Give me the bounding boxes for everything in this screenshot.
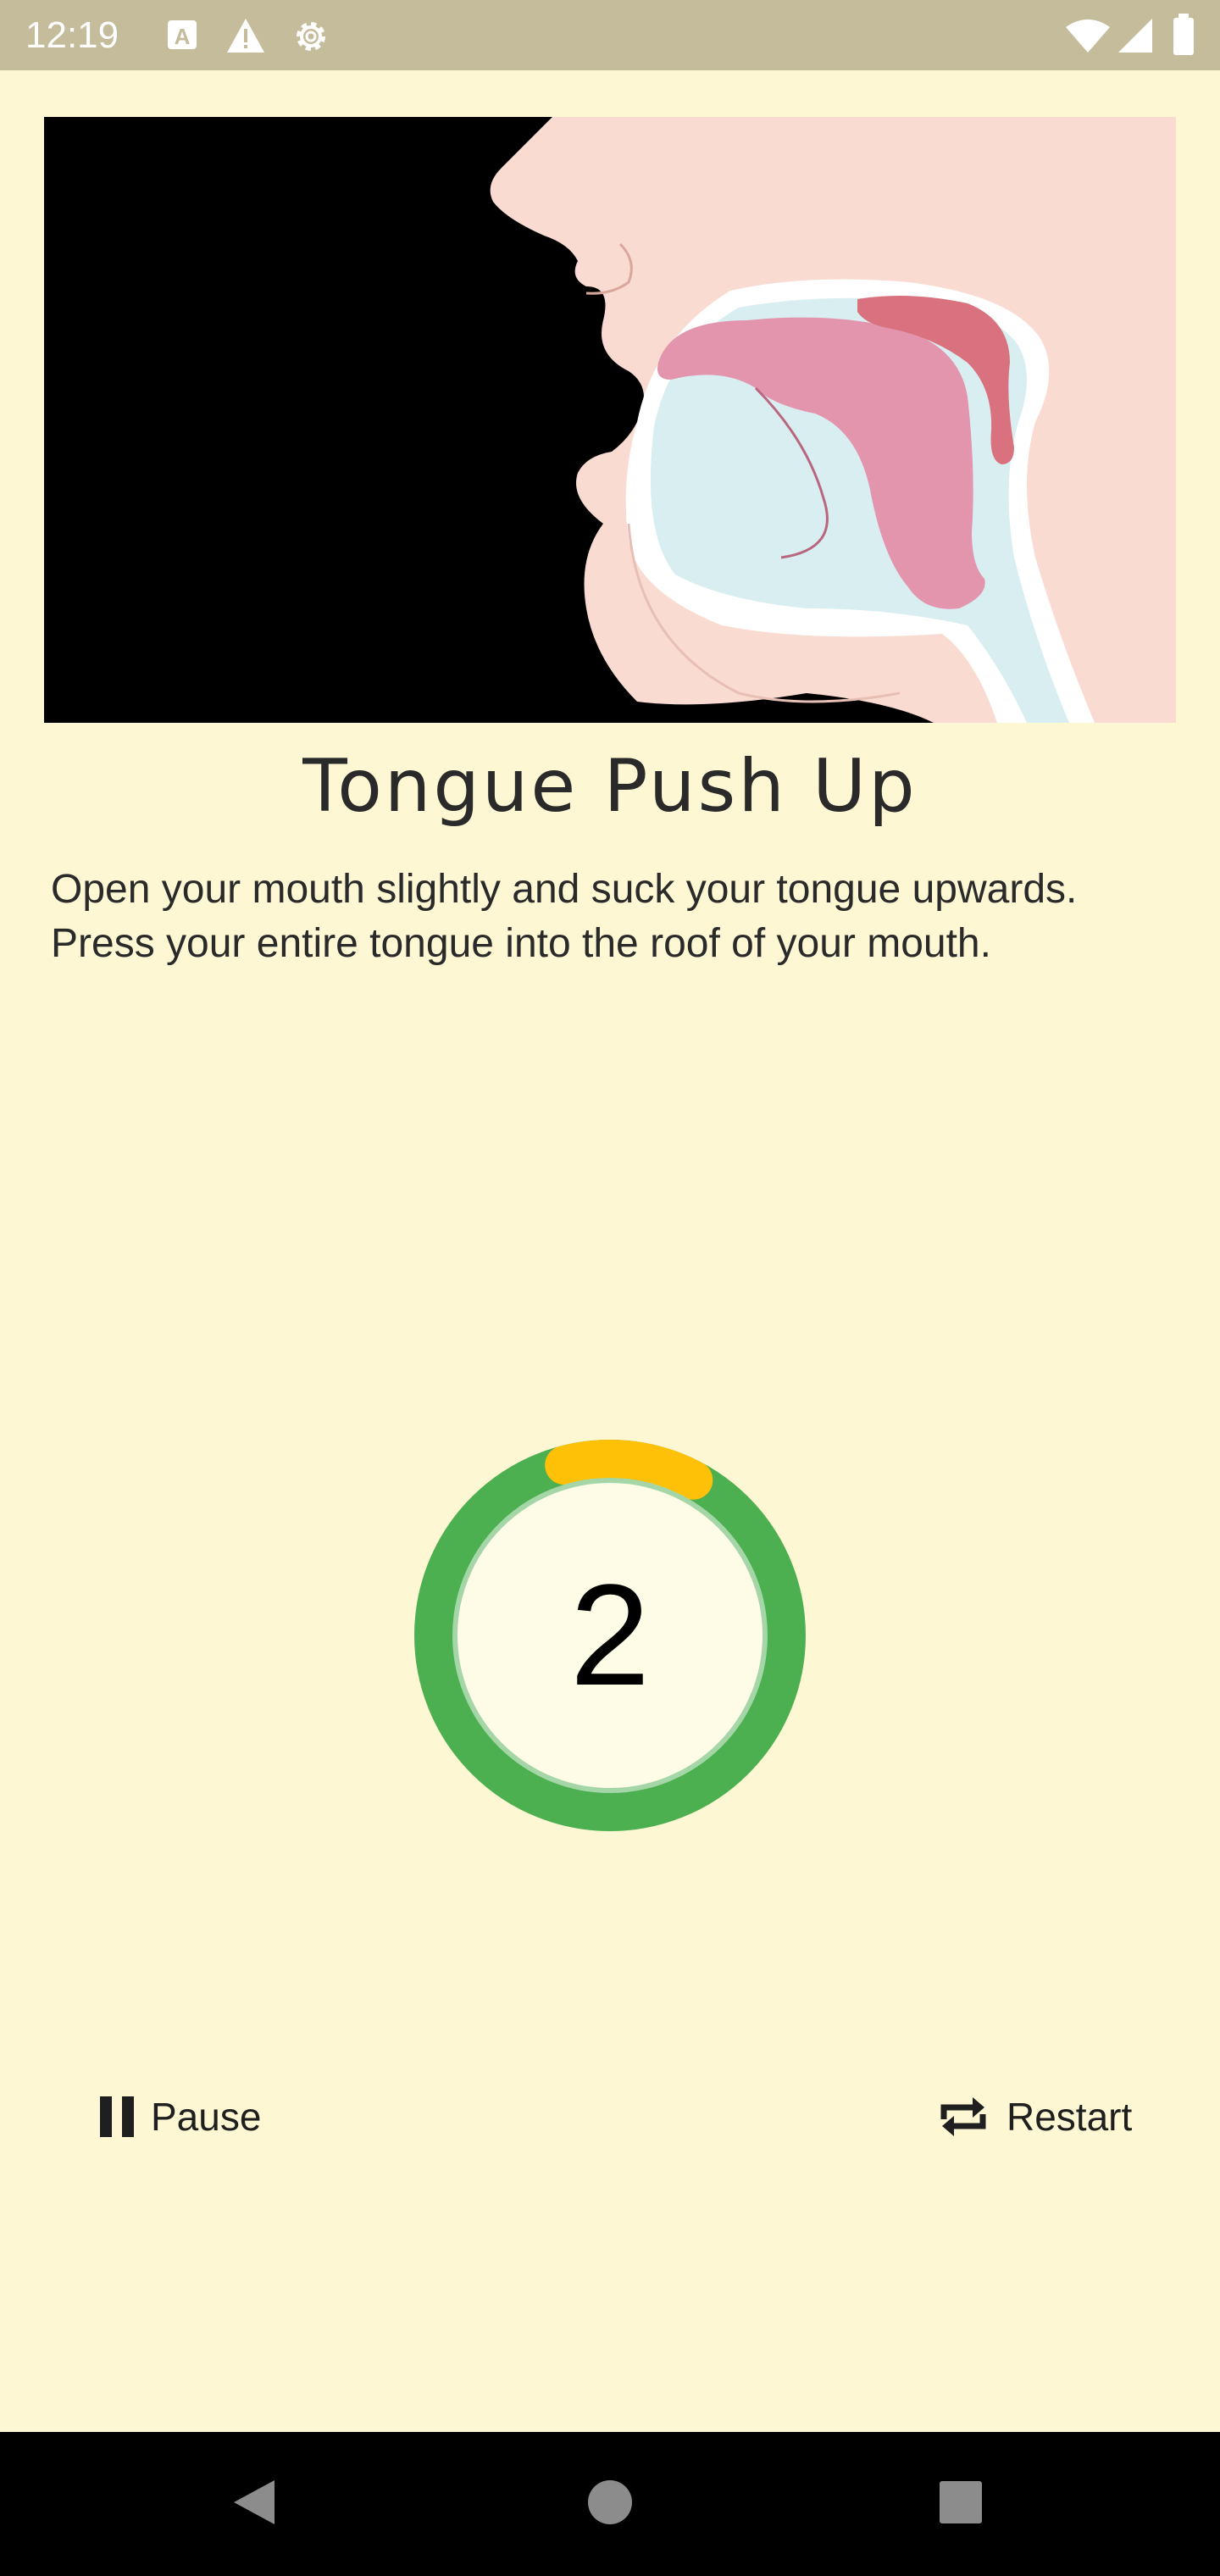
recents-button[interactable] [910,2432,1012,2576]
text-a-icon: A [166,19,198,55]
exercise-screen: Tongue Push Up Open your mouth slightly … [0,70,1220,2432]
wifi-icon [1064,17,1112,58]
countdown-timer: 2 [413,1438,807,1833]
status-time: 12:19 [25,14,119,56]
repeat-icon [935,2089,991,2145]
settings-gear-icon [291,17,330,60]
pause-button[interactable]: Pause [93,2066,266,2168]
timer-count: 2 [569,1555,651,1716]
back-button[interactable] [203,2432,305,2576]
battery-icon [1172,14,1195,60]
restart-label: Restart [1006,2095,1133,2139]
cell-signal-icon [1117,17,1154,58]
system-nav-bar [0,2432,1220,2576]
svg-text:A: A [175,24,191,49]
home-button[interactable] [559,2432,661,2576]
mouth-tongue-illustration [44,117,1176,723]
exercise-title: Tongue Push Up [302,744,918,829]
pause-label: Pause [151,2095,262,2139]
back-icon [230,2477,278,2532]
recents-icon [938,2479,984,2529]
status-bar: 12:19 A [0,0,1220,70]
warning-icon [225,17,266,58]
restart-button[interactable]: Restart [930,2066,1137,2168]
home-icon [586,2479,634,2530]
exercise-description: Open your mouth slightly and suck your t… [51,867,1078,966]
pause-icon [98,2096,136,2137]
